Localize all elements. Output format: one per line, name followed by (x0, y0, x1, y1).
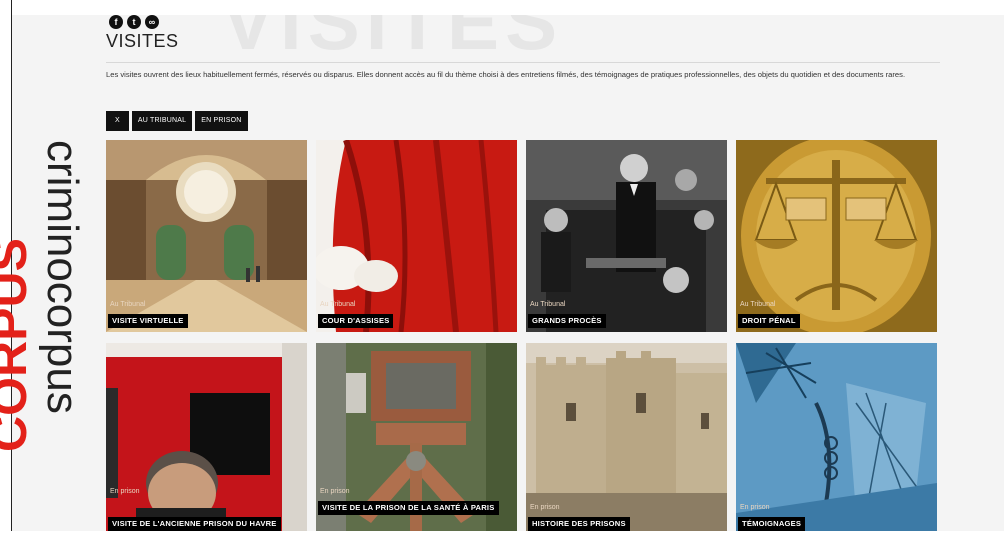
link-icon[interactable]: ∞ (145, 15, 159, 29)
tile-histoire-des-prisons[interactable]: En prison HISTOIRE DES PRISONS (526, 343, 727, 531)
social-share-bar: f t ∞ (109, 15, 159, 29)
tile-cour-d-assises[interactable]: Au Tribunal COUR D'ASSISES (316, 140, 517, 332)
tile-droit-penal[interactable]: Au Tribunal DROIT PÉNAL (736, 140, 937, 332)
criminocorpus-logo[interactable]: criminocorpus CORPUS (0, 140, 87, 460)
filter-au-tribunal-button[interactable]: AU TRIBUNAL (131, 111, 193, 131)
title-watermark: VISITES (222, 15, 564, 66)
tile-label: COUR D'ASSISES (318, 314, 394, 328)
tile-label: TÉMOIGNAGES (738, 517, 806, 531)
tile-category: Au Tribunal (110, 301, 146, 308)
tile-category: En prison (740, 504, 770, 511)
filter-en-prison-button[interactable]: EN PRISON (195, 111, 248, 131)
intro-text: Les visites ouvrent des lieux habituelle… (106, 70, 906, 79)
tile-label: VISITE DE L'ANCIENNE PRISON DU HAVRE (108, 517, 281, 531)
tile-category: Au Tribunal (320, 301, 356, 308)
cell-photo (106, 343, 307, 531)
tile-label: VISITE DE LA PRISON DE LA SANTÉ À PARIS (318, 501, 499, 515)
top-frame (0, 0, 1004, 15)
tile-prison-de-la-sante[interactable]: En prison VISITE DE LA PRISON DE LA SANT… (316, 343, 517, 531)
filter-bar: X AU TRIBUNAL EN PRISON (106, 111, 248, 131)
logo-word-black: criminocorpus (38, 140, 87, 414)
tile-category: En prison (320, 488, 350, 495)
tile-label: DROIT PÉNAL (738, 314, 800, 328)
tile-label: GRANDS PROCÈS (528, 314, 606, 328)
engraving-image (736, 343, 937, 531)
tile-grands-proces[interactable]: Au Tribunal GRANDS PROCÈS (526, 140, 727, 332)
visits-grid: Au Tribunal VISITE VIRTUELLE Au Tribunal… (106, 140, 940, 531)
tile-label: HISTOIRE DES PRISONS (528, 517, 630, 531)
tile-label: VISITE VIRTUELLE (108, 314, 188, 328)
tile-prison-du-havre[interactable]: En prison VISITE DE L'ANCIENNE PRISON DU… (106, 343, 307, 531)
title-divider (106, 62, 940, 63)
twitter-icon[interactable]: t (127, 15, 141, 29)
page-content: VISITES f t ∞ VISITES Les visites ouvren… (12, 15, 1004, 531)
tile-temoignages[interactable]: En prison TÉMOIGNAGES (736, 343, 937, 531)
logo-word-red: CORPUS (0, 238, 37, 452)
tile-category: Au Tribunal (530, 301, 566, 308)
tile-category: En prison (530, 504, 560, 511)
page-title: VISITES (106, 31, 179, 51)
tile-visite-virtuelle[interactable]: Au Tribunal VISITE VIRTUELLE (106, 140, 307, 332)
filter-clear-button[interactable]: X (106, 111, 129, 131)
facebook-icon[interactable]: f (109, 15, 123, 29)
tile-category: En prison (110, 488, 140, 495)
fortress-image (526, 343, 727, 531)
tile-category: Au Tribunal (740, 301, 776, 308)
